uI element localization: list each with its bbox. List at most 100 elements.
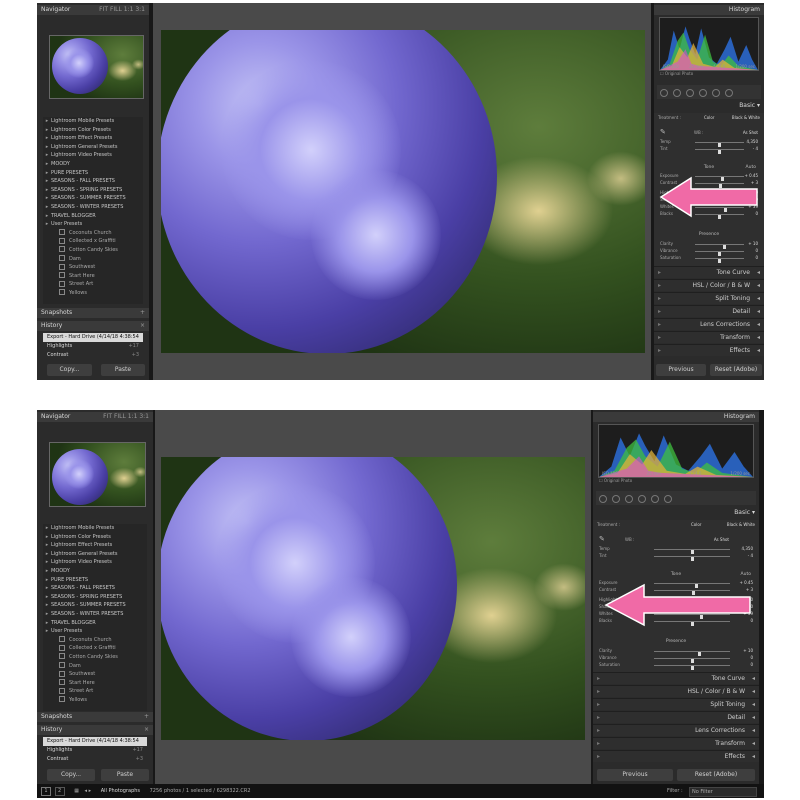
- slider-track[interactable]: [653, 549, 730, 554]
- preset-folder-item[interactable]: ▸ SEASONS - FALL PRESETS: [43, 177, 143, 186]
- disclosure-triangle-icon[interactable]: ▸: [43, 212, 51, 221]
- slider-track[interactable]: [653, 651, 730, 656]
- navigator-header[interactable]: Navigator FIT FILL 1:1 3:1: [37, 5, 149, 15]
- slider-vibrance[interactable]: Vibrance 0: [597, 655, 755, 663]
- panel-section-header[interactable]: HSL / Color / B & W: [654, 279, 764, 291]
- disclosure-triangle-icon[interactable]: ▸: [43, 524, 51, 533]
- user-preset-item[interactable]: Dam: [43, 662, 147, 671]
- slider-vibrance[interactable]: Vibrance 0: [658, 248, 760, 256]
- disclosure-triangle-icon[interactable]: ▸: [43, 220, 51, 229]
- slider-value[interactable]: 0: [755, 255, 758, 260]
- spot-removal-icon[interactable]: [612, 495, 620, 503]
- navigator-thumbnail[interactable]: [49, 35, 144, 99]
- slider-knob[interactable]: [718, 150, 722, 154]
- redeye-icon[interactable]: [625, 495, 633, 503]
- snapshots-header[interactable]: Snapshots +: [37, 712, 153, 722]
- preset-folder-item[interactable]: ▸ Lightroom Color Presets: [43, 533, 147, 542]
- slider-tint[interactable]: Tint - 4: [597, 553, 755, 561]
- graduated-filter-icon[interactable]: [638, 495, 646, 503]
- slider-value[interactable]: 4,350: [742, 546, 753, 551]
- filter-select[interactable]: No Filter: [689, 787, 757, 797]
- preset-folder-item[interactable]: ▸ User Presets: [43, 627, 147, 636]
- treatment-color[interactable]: Color: [691, 522, 701, 527]
- preset-folder-item[interactable]: ▸ PURE PRESETS: [43, 576, 147, 585]
- panel-section-header[interactable]: Lens Corrections: [593, 724, 759, 736]
- user-preset-item[interactable]: Dam: [43, 255, 143, 264]
- paste-button[interactable]: Paste: [101, 364, 145, 376]
- preset-folder-item[interactable]: ▸ Lightroom General Presets: [43, 143, 143, 152]
- slider-track[interactable]: [653, 556, 730, 561]
- slider-track[interactable]: [694, 149, 744, 154]
- disclosure-triangle-icon[interactable]: ▸: [43, 177, 51, 186]
- auto-button[interactable]: Auto: [746, 165, 756, 170]
- slider-track[interactable]: [694, 251, 744, 256]
- slider-value[interactable]: 0: [755, 248, 758, 253]
- history-item[interactable]: Highlights +17: [43, 342, 143, 351]
- panel-section-header[interactable]: Effects: [654, 344, 764, 356]
- preset-folder-item[interactable]: ▸ SEASONS - SPRING PRESETS: [43, 186, 143, 195]
- treatment-bw[interactable]: Black & White: [732, 115, 760, 120]
- histogram-graph[interactable]: ISO 100 25 mm f / 4.0 1/200 sec: [659, 17, 759, 71]
- preset-folder-item[interactable]: ▸ Lightroom General Presets: [43, 550, 147, 559]
- histogram-graph[interactable]: ISO 100 25 mm f / 4.0 1/200 sec: [598, 424, 754, 478]
- slider-track[interactable]: [653, 665, 730, 670]
- slider-value[interactable]: + 10: [743, 648, 753, 653]
- disclosure-triangle-icon[interactable]: ▸: [43, 550, 51, 559]
- user-preset-item[interactable]: Collected x Graffiti: [43, 644, 147, 653]
- user-preset-item[interactable]: Collected x Graffiti: [43, 237, 143, 246]
- snapshots-header[interactable]: Snapshots +: [37, 308, 149, 318]
- disclosure-triangle-icon[interactable]: ▸: [43, 194, 51, 203]
- brush-icon[interactable]: [664, 495, 672, 503]
- main-photo[interactable]: [161, 457, 585, 740]
- preset-folder-item[interactable]: ▸ Lightroom Effect Presets: [43, 134, 143, 143]
- panel-section-header[interactable]: Split Toning: [654, 292, 764, 304]
- slider-knob[interactable]: [690, 666, 694, 670]
- disclosure-triangle-icon[interactable]: ▸: [43, 186, 51, 195]
- radial-filter-icon[interactable]: [651, 495, 659, 503]
- disclosure-triangle-icon[interactable]: ▸: [43, 541, 51, 550]
- panel-section-header[interactable]: Lens Corrections: [654, 318, 764, 330]
- previous-button[interactable]: Previous: [597, 769, 673, 781]
- original-photo-checkbox[interactable]: ☐ Original Photo: [599, 478, 632, 483]
- eyedropper-icon[interactable]: ✎: [599, 535, 605, 543]
- grid-icon[interactable]: ▦: [74, 788, 79, 794]
- disclosure-triangle-icon[interactable]: ▸: [43, 143, 51, 152]
- user-preset-item[interactable]: Southwest: [43, 263, 143, 272]
- slider-clarity[interactable]: Clarity + 10: [658, 241, 760, 249]
- user-preset-item[interactable]: Street Art: [43, 687, 147, 696]
- disclosure-triangle-icon[interactable]: ▸: [43, 169, 51, 178]
- panel-section-header[interactable]: HSL / Color / B & W: [593, 685, 759, 697]
- disclosure-triangle-icon[interactable]: ▸: [43, 533, 51, 542]
- basic-header[interactable]: Basic ▾: [593, 508, 759, 518]
- preset-folder-item[interactable]: ▸ PURE PRESETS: [43, 169, 143, 178]
- disclosure-triangle-icon[interactable]: ▸: [43, 134, 51, 143]
- slider-temp[interactable]: Temp 4,350: [597, 546, 755, 554]
- history-header[interactable]: History ×: [37, 725, 153, 735]
- preset-folder-item[interactable]: ▸ SEASONS - SUMMER PRESETS: [43, 601, 147, 610]
- panel-section-header[interactable]: Split Toning: [593, 698, 759, 710]
- panel-section-header[interactable]: Transform: [593, 737, 759, 749]
- slider-track[interactable]: [694, 142, 744, 147]
- slider-saturation[interactable]: Saturation 0: [597, 662, 755, 670]
- clear-history-icon[interactable]: ×: [144, 725, 149, 735]
- navigator-header[interactable]: Navigator FIT FILL 1:1 3:1: [37, 412, 153, 422]
- slider-temp[interactable]: Temp 4,350: [658, 139, 760, 147]
- page-2-button[interactable]: 2: [54, 787, 65, 796]
- auto-button[interactable]: Auto: [741, 572, 751, 577]
- disclosure-triangle-icon[interactable]: ▸: [43, 584, 51, 593]
- wb-select[interactable]: As Shot: [714, 537, 729, 542]
- disclosure-triangle-icon[interactable]: ▸: [43, 558, 51, 567]
- navigator-thumbnail[interactable]: [49, 442, 146, 507]
- clear-history-icon[interactable]: ×: [140, 321, 145, 331]
- history-item[interactable]: Export - Hard Drive (4/14/18 4:38:54 PM): [43, 333, 143, 349]
- preset-folder-item[interactable]: ▸ Lightroom Color Presets: [43, 126, 143, 135]
- preset-folder-item[interactable]: ▸ SEASONS - WINTER PRESETS: [43, 610, 147, 619]
- preset-folder-item[interactable]: ▸ SEASONS - SUMMER PRESETS: [43, 194, 143, 203]
- slider-value[interactable]: 0: [750, 662, 753, 667]
- reset-button[interactable]: Reset (Adobe): [677, 769, 755, 781]
- history-item[interactable]: Contrast +3: [43, 755, 147, 764]
- add-snapshot-icon[interactable]: +: [140, 308, 145, 318]
- preset-folder-item[interactable]: ▸ Lightroom Video Presets: [43, 558, 147, 567]
- panel-section-header[interactable]: Transform: [654, 331, 764, 343]
- paste-button[interactable]: Paste: [101, 769, 149, 781]
